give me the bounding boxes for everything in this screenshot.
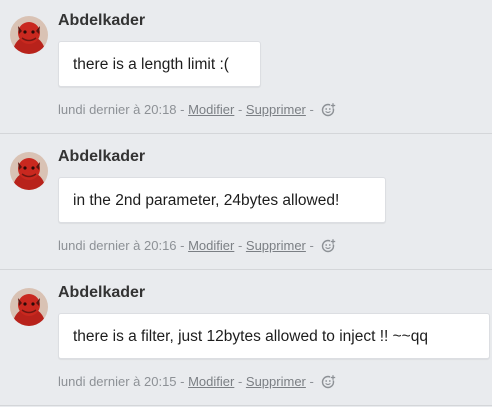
avatar[interactable]	[10, 16, 48, 54]
timestamp: lundi dernier à 20:15	[58, 374, 177, 389]
separator: -	[234, 238, 246, 253]
separator: -	[176, 102, 189, 117]
author-name: Abdelkader	[58, 284, 146, 301]
timestamp: lundi dernier à 20:16	[58, 238, 177, 253]
message-meta: lundi dernier à 20:18 - Modifier - Suppr…	[58, 102, 337, 117]
message-item: Abdelkader in the 2nd parameter, 24bytes…	[0, 136, 492, 270]
add-reaction-icon[interactable]	[321, 238, 337, 253]
delete-link[interactable]: Supprimer	[246, 374, 306, 389]
edit-link[interactable]: Modifier	[188, 238, 234, 253]
message-item: Abdelkader there is a length limit :( lu…	[0, 0, 492, 134]
timestamp: lundi dernier à 20:18	[58, 102, 177, 117]
author-name: Abdelkader	[58, 148, 146, 165]
avatar[interactable]	[10, 288, 48, 326]
edit-link[interactable]: Modifier	[188, 102, 234, 117]
separator: -	[176, 238, 189, 253]
separator: -	[176, 374, 189, 389]
add-reaction-icon[interactable]	[321, 102, 337, 117]
delete-link[interactable]: Supprimer	[246, 102, 306, 117]
add-reaction-icon[interactable]	[321, 374, 337, 389]
avatar[interactable]	[10, 152, 48, 190]
message-bubble: there is a length limit :(	[58, 41, 261, 87]
separator: -	[234, 102, 246, 117]
separator: -	[234, 374, 246, 389]
separator: -	[305, 374, 318, 389]
message-bubble: in the 2nd parameter, 24bytes allowed!	[58, 177, 386, 223]
message-meta: lundi dernier à 20:16 - Modifier - Suppr…	[58, 238, 337, 253]
separator: -	[305, 102, 318, 117]
message-bubble: there is a filter, just 12bytes allowed …	[58, 313, 490, 359]
delete-link[interactable]: Supprimer	[246, 238, 306, 253]
edit-link[interactable]: Modifier	[188, 374, 234, 389]
message-item: Abdelkader there is a filter, just 12byt…	[0, 272, 492, 406]
message-meta: lundi dernier à 20:15 - Modifier - Suppr…	[58, 374, 337, 389]
separator: -	[305, 238, 318, 253]
author-name: Abdelkader	[58, 12, 146, 29]
